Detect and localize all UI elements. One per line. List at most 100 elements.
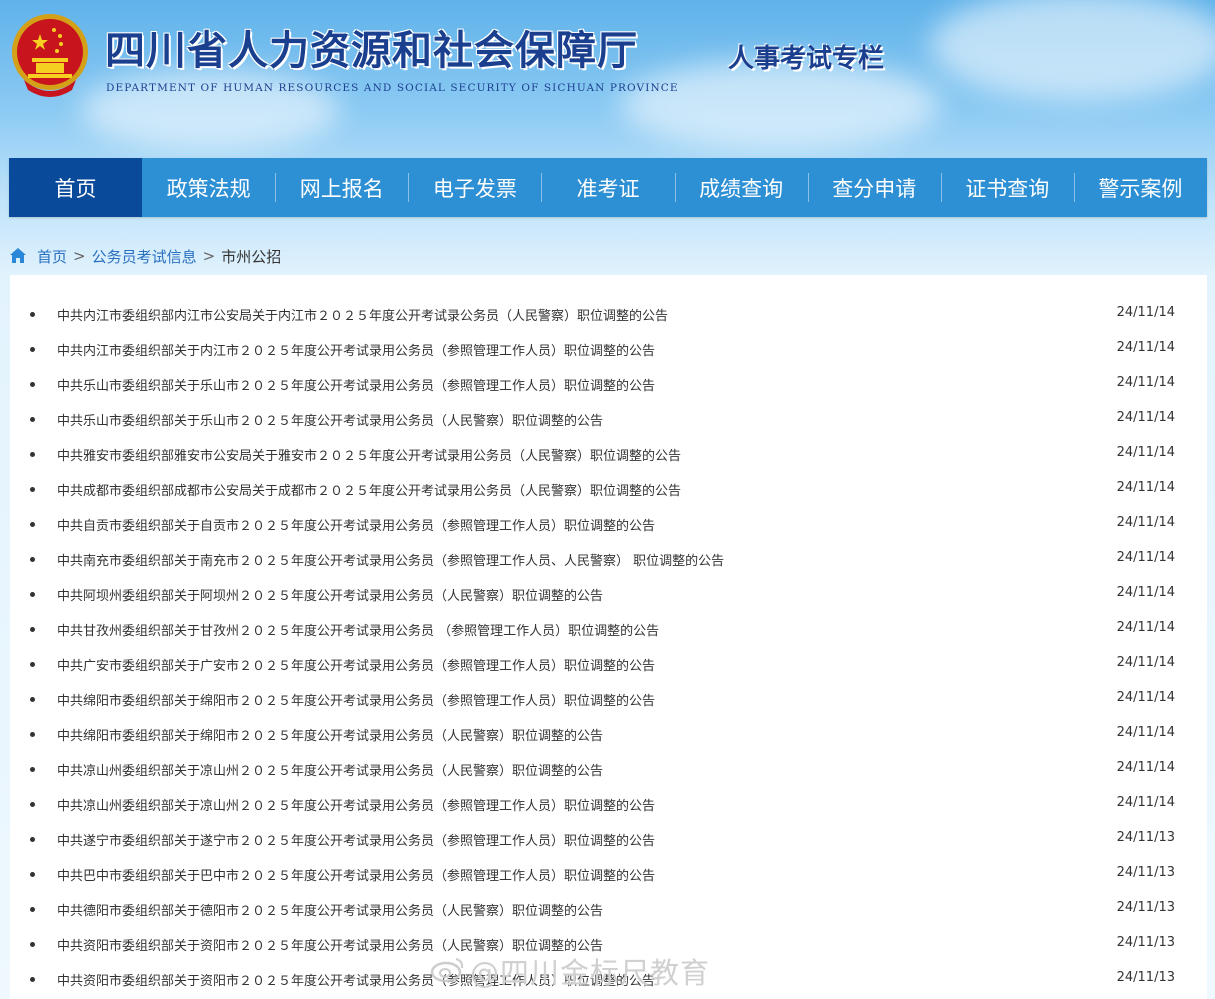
announcement-link[interactable]: 中共凉山州委组织部关于凉山州２０２５年度公开考试录用公务员（人民警察）职位调整的… [57, 760, 603, 779]
bullet-icon [30, 907, 35, 912]
announcement-date: 24/11/14 [1116, 795, 1175, 810]
bullet-icon [30, 592, 35, 597]
announcement-link[interactable]: 中共绵阳市委组织部关于绵阳市２０２５年度公开考试录用公务员（人民警察）职位调整的… [57, 725, 603, 744]
list-item: 中共遂宁市委组织部关于遂宁市２０２５年度公开考试录用公务员（参照管理工作人员）职… [10, 821, 1207, 856]
announcement-link[interactable]: 中共广安市委组织部关于广安市２０２５年度公开考试录用公务员（参照管理工作人员）职… [57, 655, 655, 674]
list-item: 中共资阳市委组织部关于资阳市２０２５年度公开考试录用公务员（参照管理工作人员）职… [10, 961, 1207, 996]
bullet-icon [30, 802, 35, 807]
bullet-icon [30, 872, 35, 877]
list-item: 中共德阳市委组织部关于德阳市２０２５年度公开考试录用公务员（人民警察）职位调整的… [10, 891, 1207, 926]
announcement-link[interactable]: 中共资阳市委组织部关于资阳市２０２５年度公开考试录用公务员（参照管理工作人员）职… [57, 970, 655, 989]
list-item: 中共广安市委组织部关于广安市２０２５年度公开考试录用公务员（参照管理工作人员）职… [10, 646, 1207, 681]
site-banner: 四川省人力资源和社会保障厅 DEPARTMENT OF HUMAN RESOUR… [0, 0, 1215, 158]
announcement-link[interactable]: 中共成都市委组织部成都市公安局关于成都市２０２５年度公开考试录用公务员（人民警察… [57, 480, 681, 499]
list-item: 中共凉山州委组织部关于凉山州２０２５年度公开考试录用公务员（人民警察）职位调整的… [10, 751, 1207, 786]
main-nav: 首页 政策法规 网上报名 电子发票 准考证 成绩查询 查分申请 证书查询 警示案… [9, 158, 1207, 217]
bullet-icon [30, 837, 35, 842]
announcement-link[interactable]: 中共自贡市委组织部关于自贡市２０２５年度公开考试录用公务员（参照管理工作人员）职… [57, 515, 655, 534]
announcement-link[interactable]: 中共凉山州委组织部关于凉山州２０２５年度公开考试录用公务员（参照管理工作人员）职… [57, 795, 655, 814]
nav-item-admission-ticket[interactable]: 准考证 [541, 158, 674, 217]
breadcrumb-home-link[interactable]: 首页 [37, 246, 67, 267]
announcement-date: 24/11/14 [1116, 480, 1175, 495]
bullet-icon [30, 942, 35, 947]
announcement-link[interactable]: 中共内江市委组织部关于内江市２０２５年度公开考试录用公务员（参照管理工作人员）职… [57, 340, 655, 359]
list-item: 中共内江市委组织部关于内江市２０２５年度公开考试录用公务员（参照管理工作人员）职… [10, 331, 1207, 366]
weibo-icon [430, 958, 464, 983]
bullet-icon [30, 627, 35, 632]
announcement-link[interactable]: 中共绵阳市委组织部关于绵阳市２０２５年度公开考试录用公务员（参照管理工作人员）职… [57, 690, 655, 709]
announcement-link[interactable]: 中共雅安市委组织部雅安市公安局关于雅安市２０２５年度公开考试录用公务员（人民警察… [57, 445, 681, 464]
announcement-date: 24/11/13 [1116, 830, 1175, 845]
announcement-list: 中共内江市委组织部内江市公安局关于内江市２０２５年度公开考试录公务员（人民警察）… [10, 275, 1207, 999]
announcement-date: 24/11/14 [1116, 655, 1175, 670]
announcement-date: 24/11/14 [1116, 620, 1175, 635]
announcement-date: 24/11/14 [1116, 550, 1175, 565]
announcement-date: 24/11/14 [1116, 725, 1175, 740]
bullet-icon [30, 452, 35, 457]
announcement-date: 24/11/14 [1116, 445, 1175, 460]
list-item: 中共资阳市委组织部关于资阳市２０２５年度公开考试录用公务员（人民警察）职位调整的… [10, 926, 1207, 961]
announcement-date: 24/11/13 [1116, 900, 1175, 915]
breadcrumb-separator: > [202, 247, 216, 265]
announcement-date: 24/11/14 [1116, 305, 1175, 320]
bullet-icon [30, 382, 35, 387]
list-item: 中共绵阳市委组织部关于绵阳市２０２５年度公开考试录用公务员（人民警察）职位调整的… [10, 716, 1207, 751]
announcement-date: 24/11/14 [1116, 760, 1175, 775]
announcement-link[interactable]: 中共乐山市委组织部关于乐山市２０２５年度公开考试录用公务员（参照管理工作人员）职… [57, 375, 655, 394]
nav-item-score-review[interactable]: 查分申请 [807, 158, 941, 217]
bullet-icon [30, 417, 35, 422]
nav-item-certificate-query[interactable]: 证书查询 [940, 158, 1074, 217]
nav-item-warning-cases[interactable]: 警示案例 [1073, 158, 1207, 217]
bullet-icon [30, 767, 35, 772]
list-item: 中共雅安市委组织部雅安市公安局关于雅安市２０２５年度公开考试录用公务员（人民警察… [10, 436, 1207, 471]
announcement-date: 24/11/13 [1116, 970, 1175, 985]
announcement-link[interactable]: 中共巴中市委组织部关于巴中市２０２５年度公开考试录用公务员（参照管理工作人员）职… [57, 865, 655, 884]
nav-item-e-invoice[interactable]: 电子发票 [408, 158, 541, 217]
announcement-date: 24/11/13 [1116, 935, 1175, 950]
announcement-link[interactable]: 中共甘孜州委组织部关于甘孜州２０２５年度公开考试录用公务员 （参照管理工作人员）… [57, 620, 659, 639]
bullet-icon [30, 732, 35, 737]
list-item: 中共乐山市委组织部关于乐山市２０２５年度公开考试录用公务员（人民警察）职位调整的… [10, 401, 1207, 436]
announcement-date: 24/11/14 [1116, 340, 1175, 355]
bullet-icon [30, 347, 35, 352]
breadcrumb-current: 市州公招 [221, 247, 282, 266]
announcement-date: 24/11/14 [1116, 585, 1175, 600]
announcement-link[interactable]: 中共乐山市委组织部关于乐山市２０２５年度公开考试录用公务员（人民警察）职位调整的… [57, 410, 603, 429]
list-item: 中共绵阳市委组织部关于绵阳市２０２５年度公开考试录用公务员（参照管理工作人员）职… [10, 681, 1207, 716]
list-item: 中共凉山州委组织部关于凉山州２０２５年度公开考试录用公务员（参照管理工作人员）职… [10, 786, 1207, 821]
nav-item-score-query[interactable]: 成绩查询 [674, 158, 808, 217]
breadcrumb-separator: > [73, 247, 86, 265]
home-icon [10, 248, 26, 263]
list-item: 中共乐山市委组织部关于乐山市２０２５年度公开考试录用公务员（参照管理工作人员）职… [10, 366, 1207, 401]
announcement-link[interactable]: 中共资阳市委组织部关于资阳市２０２５年度公开考试录用公务员（人民警察）职位调整的… [57, 935, 603, 954]
announcement-link[interactable]: 中共南充市委组织部关于南充市２０２５年度公开考试录用公务员（参照管理工作人员、人… [57, 550, 724, 569]
list-item: 中共成都市委组织部成都市公安局关于成都市２０２５年度公开考试录用公务员（人民警察… [10, 471, 1207, 506]
breadcrumb-section-link[interactable]: 公务员考试信息 [92, 246, 197, 267]
list-item: 中共阿坝州委组织部关于阿坝州２０２５年度公开考试录用公务员（人民警察）职位调整的… [10, 576, 1207, 611]
announcement-link[interactable]: 中共德阳市委组织部关于德阳市２０２５年度公开考试录用公务员（人民警察）职位调整的… [57, 900, 603, 919]
bullet-icon [30, 662, 35, 667]
bullet-icon [30, 487, 35, 492]
column-tag: 人事考试专栏 [728, 44, 885, 74]
site-subtitle: DEPARTMENT OF HUMAN RESOURCES AND SOCIAL… [106, 82, 679, 94]
cloud-decoration [930, 0, 1215, 100]
list-item: 中共自贡市委组织部关于自贡市２０２５年度公开考试录用公务员（参照管理工作人员）职… [10, 506, 1207, 541]
announcement-date: 24/11/14 [1116, 410, 1175, 425]
bullet-icon [30, 312, 35, 317]
announcement-link[interactable]: 中共阿坝州委组织部关于阿坝州２０２５年度公开考试录用公务员（人民警察）职位调整的… [57, 585, 603, 604]
nav-item-registration[interactable]: 网上报名 [275, 158, 408, 217]
bullet-icon [30, 697, 35, 702]
national-emblem-icon [12, 14, 88, 97]
announcement-date: 24/11/14 [1116, 515, 1175, 530]
nav-item-policy[interactable]: 政策法规 [142, 158, 275, 217]
bullet-icon [30, 977, 35, 982]
announcement-link[interactable]: 中共遂宁市委组织部关于遂宁市２０２５年度公开考试录用公务员（参照管理工作人员）职… [57, 830, 655, 849]
announcement-date: 24/11/14 [1116, 375, 1175, 390]
site-title: 四川省人力资源和社会保障厅 [105, 27, 638, 74]
list-item: 中共南充市委组织部关于南充市２０２５年度公开考试录用公务员（参照管理工作人员、人… [10, 541, 1207, 576]
nav-item-home[interactable]: 首页 [9, 158, 143, 217]
announcement-date: 24/11/13 [1116, 865, 1175, 880]
breadcrumb: 首页 > 公务员考试信息 > 市州公招 [9, 244, 281, 268]
list-item: 中共甘孜州委组织部关于甘孜州２０２５年度公开考试录用公务员 （参照管理工作人员）… [10, 611, 1207, 646]
announcement-link[interactable]: 中共内江市委组织部内江市公安局关于内江市２０２５年度公开考试录公务员（人民警察）… [57, 305, 668, 324]
